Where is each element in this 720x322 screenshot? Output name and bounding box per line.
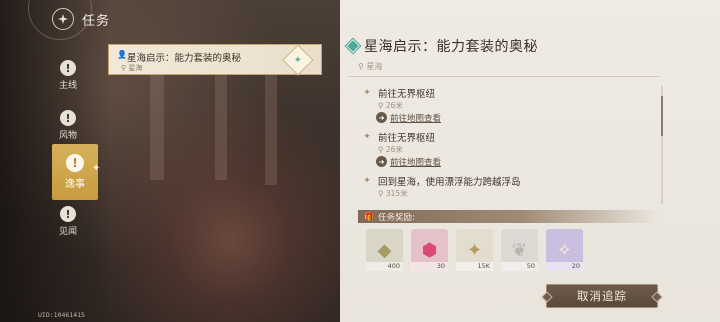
reward-qty: 15K <box>456 262 493 271</box>
reward-item[interactable]: ◆ 400 <box>366 229 403 271</box>
step-title: 回到星海，使用漂浮能力跨越浮岛 <box>378 177 521 188</box>
quest-step: ✦ 回到星海，使用漂浮能力跨越浮岛 ⚲ 315米 <box>362 174 658 199</box>
detail-location: ⚲ 星海 <box>358 62 383 71</box>
nav-label: 风物 <box>58 131 77 141</box>
quest-list-item-selected[interactable]: 👤 星海启示：能力套装的奥秘 ⚲ 星海 ✦ <box>108 44 322 76</box>
reward-item[interactable]: ✧ 20 <box>546 229 583 271</box>
divider <box>348 76 660 77</box>
quest-step: ✦ 前往无界枢纽 ⚲ 26米 ➜ 前往地图查看 <box>362 130 658 168</box>
step-title: 前往无界枢纽 <box>378 89 436 100</box>
quest-steps-list[interactable]: ✦ 前往无界枢纽 ⚲ 26米 ➜ 前往地图查看 ✦ 前往无界枢纽 ⚲ 26米 ➜ 前往地… <box>362 86 658 204</box>
step-distance: ⚲ 26米 <box>378 145 403 154</box>
star-icon: ✦ <box>466 239 483 261</box>
pin-icon: ⚲ <box>358 62 364 71</box>
nav-item-main[interactable]: ! 主线 <box>50 60 86 91</box>
step-star-icon: ✦ <box>363 176 371 186</box>
rewards-list: ◆ 400 ⬢ 30 ✦ 15K ❦ 50 ✧ 20 <box>366 229 583 271</box>
nav-label: 逸事 <box>65 179 85 190</box>
quest-name: 星海启示：能力套装的奥秘 <box>127 53 242 64</box>
nav-label: 见闻 <box>58 227 77 237</box>
pin-icon: ⚲ <box>378 145 384 154</box>
cancel-tracking-button[interactable]: 取消追踪 <box>546 284 658 308</box>
step-distance: ⚲ 315米 <box>378 189 408 198</box>
cancel-tracking-label: 取消追踪 <box>577 289 627 303</box>
gift-icon: 🎁 <box>364 212 374 221</box>
bow-icon: ❦ <box>511 239 528 261</box>
pin-icon: ⚲ <box>121 64 127 72</box>
step-distance: ⚲ 26米 <box>378 101 403 110</box>
reward-qty: 50 <box>501 262 538 271</box>
map-link-button[interactable]: ➜ 前往地图查看 <box>376 155 658 168</box>
arrow-right-icon: ➜ <box>376 112 387 123</box>
map-link-button[interactable]: ➜ 前往地图查看 <box>376 111 658 124</box>
reward-qty: 20 <box>546 262 583 271</box>
rewards-label: 任务奖励: <box>377 212 415 223</box>
detail-title: 星海启示：能力套装的奥秘 <box>364 39 538 55</box>
reward-qty: 400 <box>366 262 403 271</box>
pin-icon: ⚲ <box>378 189 384 198</box>
scrollbar-thumb[interactable] <box>661 96 663 136</box>
reward-qty: 30 <box>411 262 448 271</box>
task-title: 任务 <box>82 13 111 29</box>
exclamation-icon: ! <box>66 154 84 172</box>
gem-icon: ◆ <box>377 239 392 261</box>
track-badge-icon: ✦ <box>282 44 314 76</box>
reward-item[interactable]: ✦ 15K <box>456 229 493 271</box>
step-title: 前往无界枢纽 <box>378 133 436 144</box>
detail-title-row: 星海启示：能力套装的奥秘 <box>345 36 538 56</box>
rewards-header: 🎁 任务奖励: <box>358 210 658 223</box>
nav-item-customs[interactable]: ! 风物 <box>50 110 86 141</box>
sparkle-icon: ✧ <box>556 239 573 261</box>
uid-label: UID:10461415 <box>38 311 85 319</box>
step-star-icon: ✦ <box>363 88 371 98</box>
nav-label: 主线 <box>58 81 77 91</box>
sparkle-icon: ✦ <box>92 163 101 174</box>
exclamation-icon: ! <box>60 206 76 222</box>
step-star-icon: ✦ <box>363 132 371 142</box>
reward-item[interactable]: ⬢ 30 <box>411 229 448 271</box>
exclamation-icon: ! <box>60 60 76 76</box>
crystal-icon: ⬢ <box>421 239 438 261</box>
reward-item[interactable]: ❦ 50 <box>501 229 538 271</box>
back-icon[interactable] <box>52 8 74 30</box>
exclamation-icon: ! <box>60 110 76 126</box>
arrow-right-icon: ➜ <box>376 156 387 167</box>
person-icon: 👤 <box>117 50 127 59</box>
quest-type-icon <box>345 38 361 54</box>
nav-item-sights[interactable]: ! 见闻 <box>50 206 86 237</box>
pin-icon: ⚲ <box>378 101 384 110</box>
quest-step: ✦ 前往无界枢纽 ⚲ 26米 ➜ 前往地图查看 <box>362 86 658 124</box>
quest-location: ⚲ 星海 <box>121 64 143 72</box>
task-header[interactable]: 任务 <box>52 8 110 30</box>
